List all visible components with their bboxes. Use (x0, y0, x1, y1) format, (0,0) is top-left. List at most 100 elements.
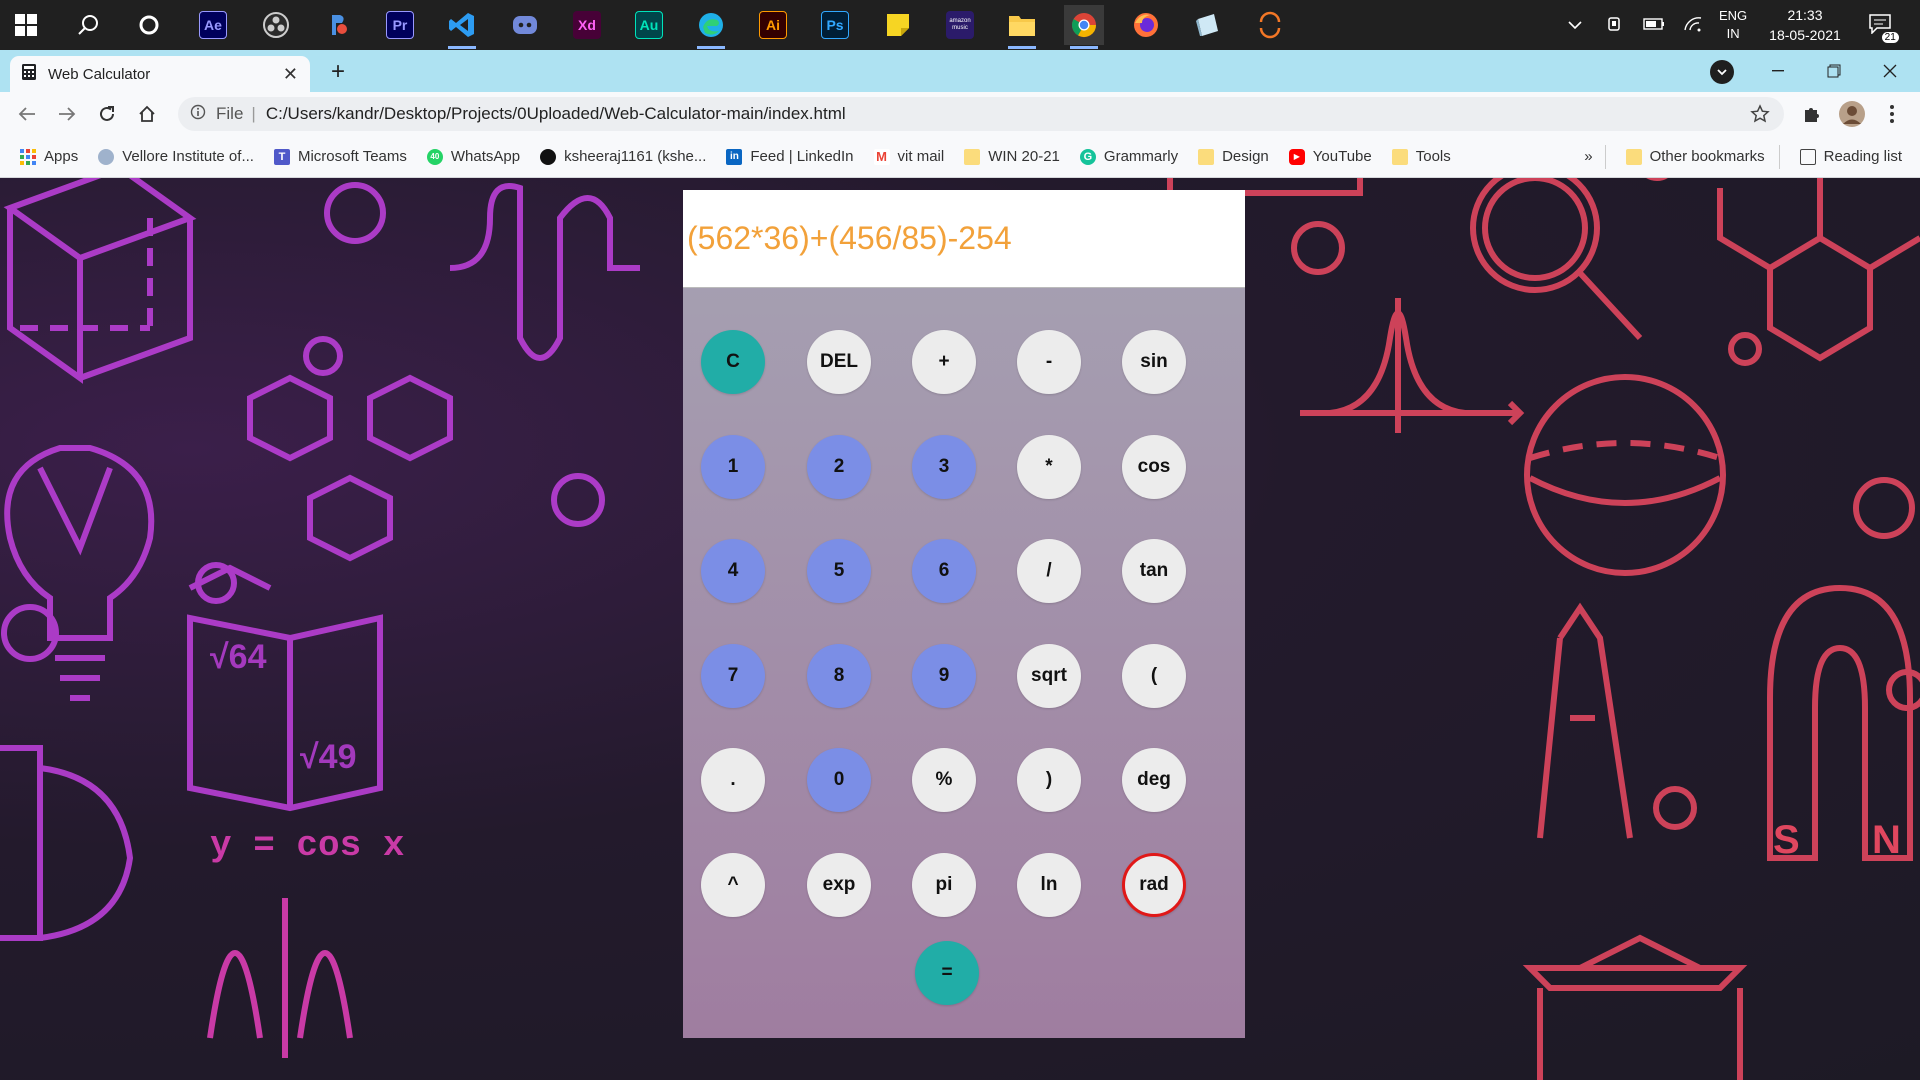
gmail-icon: M (873, 148, 890, 165)
premiere-pro-icon[interactable]: Pr (380, 5, 420, 45)
key-9-button[interactable]: 9 (912, 644, 976, 708)
key-percent-button[interactable]: % (912, 748, 976, 812)
key-clear-button[interactable]: C (701, 330, 765, 394)
equals-button[interactable]: = (915, 941, 979, 1005)
windows-start-icon[interactable] (6, 5, 46, 45)
close-tab-icon[interactable]: ✕ (283, 64, 298, 85)
key-delete-button[interactable]: DEL (807, 330, 871, 394)
key-exp-button[interactable]: exp (807, 853, 871, 917)
chevron-up-icon[interactable] (1565, 17, 1585, 33)
bookmark-linkedin[interactable]: in Feed | LinkedIn (726, 148, 854, 165)
extensions-puzzle-icon[interactable] (1796, 98, 1828, 130)
key-close-paren-button[interactable]: ) (1017, 748, 1081, 812)
sync-app-icon[interactable] (1250, 5, 1290, 45)
bookmark-vit-mail[interactable]: M vit mail (873, 148, 944, 165)
key-deg-button[interactable]: deg (1122, 748, 1186, 812)
clock[interactable]: 21:33 18-05-2021 (1769, 5, 1841, 45)
key-ln-button[interactable]: ln (1017, 853, 1081, 917)
tab-search-icon[interactable] (1710, 60, 1734, 84)
home-icon[interactable] (131, 98, 163, 130)
bookmark-youtube[interactable]: ▶ YouTube (1288, 148, 1372, 165)
chrome-icon[interactable] (1064, 5, 1104, 49)
youtube-icon: ▶ (1288, 148, 1305, 165)
sticky-notes-icon[interactable] (878, 5, 918, 45)
new-tab-button[interactable]: + (322, 56, 354, 88)
reading-list-label: Reading list (1823, 148, 1902, 165)
github-icon (540, 148, 557, 165)
illustrator-icon[interactable]: Ai (753, 5, 793, 45)
key-8-button[interactable]: 8 (807, 644, 871, 708)
bookmark-github[interactable]: ksheeraj1161 (kshe... (540, 148, 706, 165)
key-plus-button[interactable]: + (912, 330, 976, 394)
language-indicator[interactable]: ENG IN (1719, 7, 1747, 43)
info-icon[interactable] (190, 104, 206, 125)
paper-app-icon[interactable] (1188, 5, 1228, 45)
file-explorer-icon[interactable] (1002, 5, 1042, 49)
audition-icon[interactable]: Au (629, 5, 669, 45)
key-4-button[interactable]: 4 (701, 539, 765, 603)
bookmark-label: Other bookmarks (1649, 148, 1765, 165)
reading-list-button[interactable]: Reading list (1799, 148, 1902, 165)
photoshop-icon[interactable]: Ps (815, 5, 855, 45)
obs-icon[interactable] (256, 5, 296, 45)
key-sin-button[interactable]: sin (1122, 330, 1186, 394)
forward-arrow-icon[interactable] (51, 98, 83, 130)
minimize-icon[interactable] (1750, 50, 1806, 92)
key-tan-button[interactable]: tan (1122, 539, 1186, 603)
bookmark-apps[interactable]: Apps (20, 148, 78, 165)
key-6-button[interactable]: 6 (912, 539, 976, 603)
linkedin-icon: in (726, 148, 743, 165)
bookmark-microsoft-teams[interactable]: T Microsoft Teams (273, 148, 407, 165)
key-open-paren-button[interactable]: ( (1122, 644, 1186, 708)
close-window-icon[interactable] (1862, 50, 1918, 92)
key-3-button[interactable]: 3 (912, 435, 976, 499)
tab-web-calculator[interactable]: Web Calculator ✕ (10, 56, 310, 92)
bookmark-other-bookmarks[interactable]: Other bookmarks (1625, 148, 1765, 165)
search-icon[interactable] (68, 5, 108, 45)
key-2-button[interactable]: 2 (807, 435, 871, 499)
address-bar[interactable]: File | C:/Users/kandr/Desktop/Projects/0… (178, 97, 1784, 131)
bookmark-whatsapp[interactable]: 40 WhatsApp (426, 148, 520, 165)
bookmark-star-icon[interactable] (1750, 104, 1770, 129)
bookmarks-overflow-button[interactable]: » (1584, 148, 1592, 165)
key-decimal-button[interactable]: . (701, 748, 765, 812)
key-minus-button[interactable]: - (1017, 330, 1081, 394)
profile-avatar[interactable] (1836, 98, 1868, 130)
bookmark-folder-tools[interactable]: Tools (1391, 148, 1451, 165)
amazon-music-icon[interactable]: amazon music (940, 5, 980, 45)
wifi-icon[interactable] (1683, 16, 1703, 35)
bookmark-folder-win[interactable]: WIN 20-21 (964, 148, 1060, 165)
vscode-icon[interactable] (442, 5, 482, 49)
battery-icon[interactable] (1643, 17, 1665, 34)
colorful-app-icon[interactable] (318, 5, 358, 45)
key-5-button[interactable]: 5 (807, 539, 871, 603)
book-sqrt-64-text: √64 (210, 638, 267, 676)
after-effects-icon[interactable]: Ae (193, 5, 233, 45)
key-0-button[interactable]: 0 (807, 748, 871, 812)
cortana-icon[interactable] (129, 5, 169, 45)
bookmark-grammarly[interactable]: G Grammarly (1079, 148, 1178, 165)
back-arrow-icon[interactable] (11, 98, 43, 130)
edge-icon[interactable] (691, 5, 731, 49)
firefox-icon[interactable] (1126, 5, 1166, 45)
key-power-button[interactable]: ^ (701, 853, 765, 917)
reload-icon[interactable] (91, 98, 123, 130)
key-rad-button[interactable]: rad (1122, 853, 1186, 917)
key-multiply-button[interactable]: * (1017, 435, 1081, 499)
restore-icon[interactable] (1806, 50, 1862, 92)
key-1-button[interactable]: 1 (701, 435, 765, 499)
bookmark-folder-design[interactable]: Design (1198, 148, 1269, 165)
calculator-display[interactable]: (562*36)+(456/85)-254 (683, 190, 1245, 288)
discord-icon[interactable] (505, 5, 545, 45)
bookmark-vit[interactable]: Vellore Institute of... (98, 148, 254, 165)
meet-now-icon[interactable] (1607, 16, 1623, 35)
key-7-button[interactable]: 7 (701, 644, 765, 708)
url-text[interactable]: C:/Users/kandr/Desktop/Projects/0Uploade… (266, 104, 846, 124)
key-divide-button[interactable]: / (1017, 539, 1081, 603)
key-cos-button[interactable]: cos (1122, 435, 1186, 499)
key-pi-button[interactable]: pi (912, 853, 976, 917)
kebab-menu-icon[interactable] (1876, 98, 1908, 130)
notification-center-icon[interactable]: 21 (1869, 13, 1899, 43)
key-sqrt-button[interactable]: sqrt (1017, 644, 1081, 708)
xd-icon[interactable]: Xd (567, 5, 607, 45)
